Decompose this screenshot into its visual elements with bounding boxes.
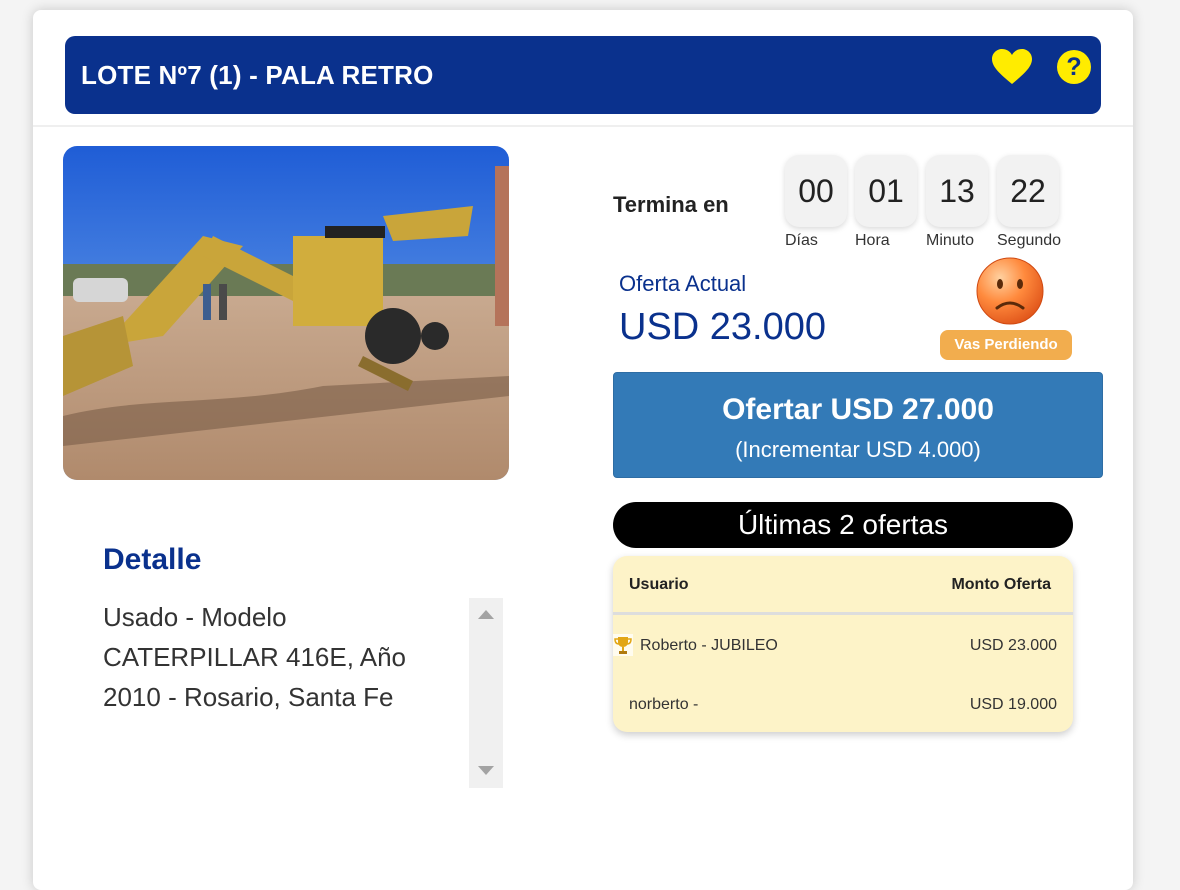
detalle-scrollbar[interactable] [469, 598, 503, 788]
bid-button-label: Ofertar USD 27.000 [722, 393, 994, 426]
countdown-label: Termina en [613, 192, 729, 217]
status-badge: Vas Perdiendo [940, 330, 1072, 360]
offers-table: Usuario Monto Oferta Roberto - JUBILEO U… [613, 556, 1073, 732]
current-offer-label: Oferta Actual [619, 271, 747, 296]
countdown-seconds-value: 22 [997, 155, 1059, 227]
offer-row-user: Roberto - JUBILEO [640, 637, 778, 654]
scroll-up-arrow-icon[interactable] [478, 610, 494, 619]
detalle-text: Usado - Modelo CATERPILLAR 416E, Año 201… [103, 602, 407, 712]
countdown-days-value: 00 [785, 155, 847, 227]
scroll-down-arrow-icon[interactable] [478, 766, 494, 775]
offer-row-amount: USD 23.000 [969, 637, 1057, 654]
backhoe-photo-image [63, 146, 509, 480]
column-header-user: Usuario [629, 576, 689, 593]
offers-title: Últimas 2 ofertas [613, 502, 1073, 548]
offer-row-user: norberto - [629, 696, 699, 713]
bid-button[interactable]: Ofertar USD 27.000 (Incrementar USD 4.00… [613, 372, 1103, 478]
offer-row-amount: USD 19.000 [969, 696, 1057, 713]
countdown-seconds-label: Segundo [997, 232, 1062, 249]
countdown-days-label: Días [785, 232, 818, 249]
current-offer-value: USD 23.000 [619, 306, 827, 348]
detalle-title: Detalle [103, 543, 202, 576]
question-icon[interactable]: ? [1057, 50, 1091, 84]
countdown-hours-label: Hora [855, 232, 890, 249]
table-header-divider [613, 612, 1073, 615]
countdown-minutes-value: 13 [926, 155, 988, 227]
lot-header: LOTE Nº7 (1) - PALA RETRO ? [65, 36, 1101, 114]
lot-card: LOTE Nº7 (1) - PALA RETRO ? Detalle Usad… [33, 10, 1133, 890]
heart-icon[interactable] [991, 48, 1033, 86]
lot-photo[interactable] [63, 146, 509, 480]
countdown-minutes-label: Minuto [926, 232, 975, 249]
column-header-amount: Monto Oferta [951, 576, 1051, 593]
trophy-icon [613, 634, 633, 656]
bid-button-increment: (Incrementar USD 4.000) [735, 437, 981, 462]
sad-face-icon [976, 257, 1044, 325]
header-divider [33, 125, 1133, 127]
lot-title: LOTE Nº7 (1) - PALA RETRO [81, 60, 434, 90]
countdown-hours-value: 01 [855, 155, 917, 227]
